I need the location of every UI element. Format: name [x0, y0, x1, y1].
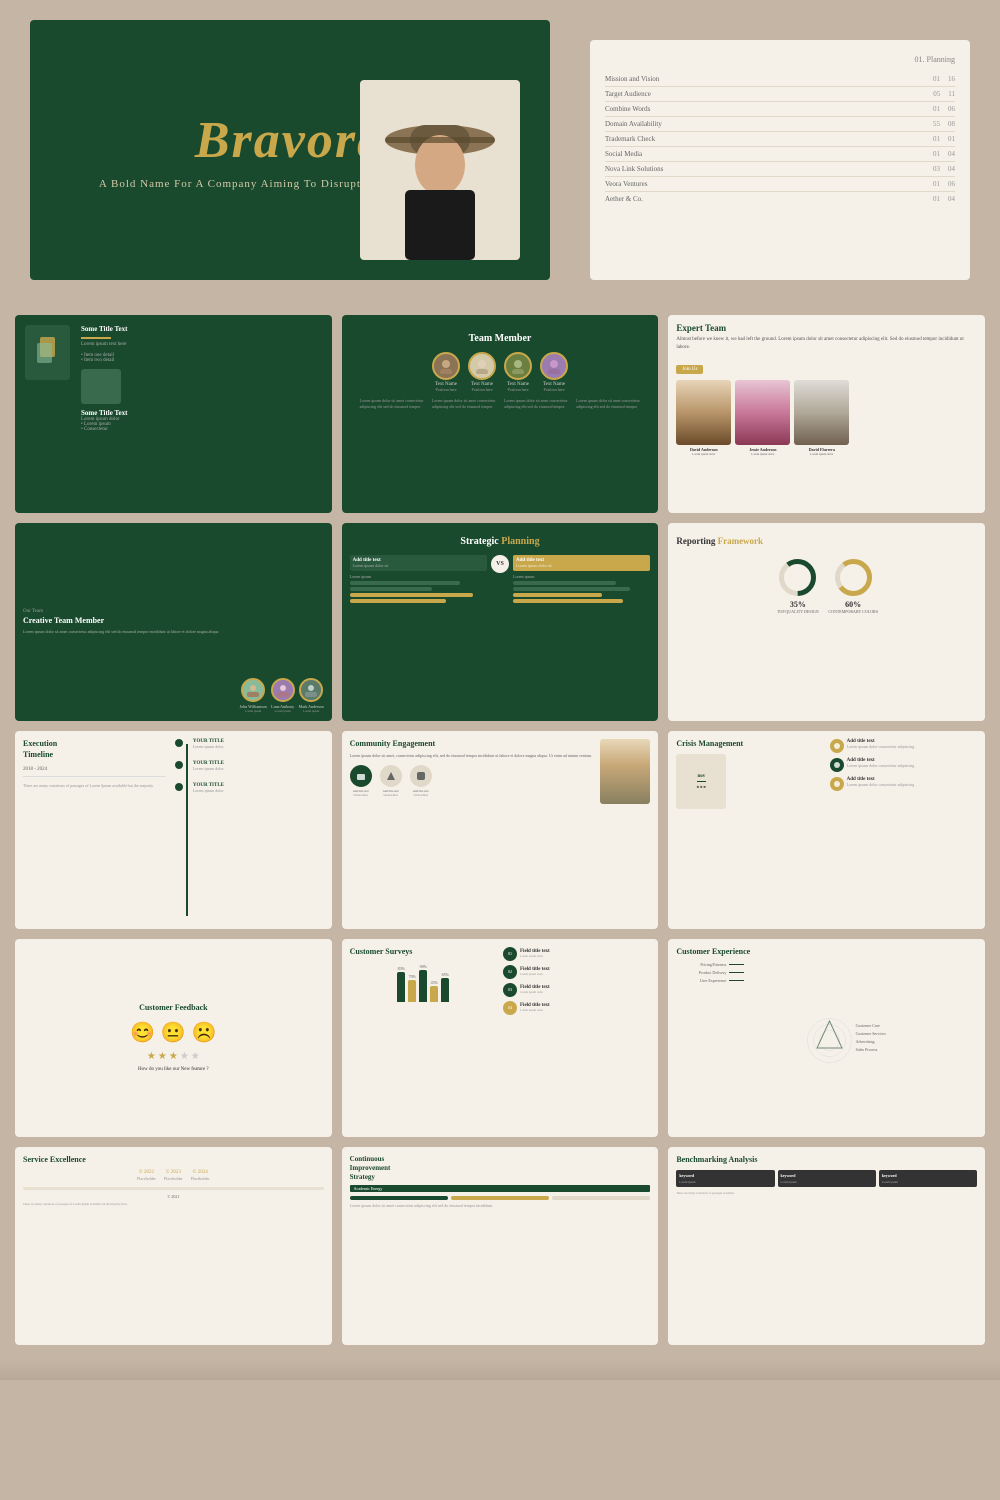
slide-10[interactable]: Customer Feedback 😊 😐 ☹️ ★ ★ ★ ★ ★ How d…: [15, 939, 332, 1137]
slide-9[interactable]: Crisis Management nov ■ ■ ■ Add title te…: [668, 731, 985, 929]
stat2-value: 60%: [828, 600, 878, 609]
strategic-planning-title: Strategic: [460, 536, 501, 547]
star-2: ★: [158, 1051, 167, 1062]
toc-card: 01. Planning Mission and Vision 0116 Tar…: [590, 40, 970, 280]
toc-row: Aether & Co. 0104: [605, 192, 955, 206]
toc-row: Social Media 0104: [605, 147, 955, 162]
execution-timeline-title: Execution: [23, 739, 166, 748]
benchmarking-analysis-title: Benchmarking Analysis: [676, 1155, 977, 1164]
slide-5[interactable]: Strategic Planning Add title text Lorem …: [342, 523, 659, 721]
hero-photo: [360, 80, 520, 260]
slide-2[interactable]: Team Member Text Name Position here Text…: [342, 315, 659, 513]
star-4: ★: [180, 1051, 189, 1062]
smiley-happy: 😊: [130, 1020, 155, 1045]
slide-11[interactable]: Customer Surveys 83% 70% 90%: [342, 939, 659, 1137]
toc-row: Trademark Check 0101: [605, 132, 955, 147]
smiley-sad: ☹️: [192, 1020, 217, 1045]
slide-13[interactable]: Service Excellence © 2022 Placeholder © …: [15, 1147, 332, 1345]
slide-3[interactable]: Expert Team Almost before we knew it, we…: [668, 315, 985, 513]
slide-1[interactable]: Some Title Text Lorem ipsum text here • …: [15, 315, 332, 513]
stat1-label: TOP QUALITY DESIGN: [775, 609, 820, 614]
customer-surveys-title: Customer Surveys: [350, 947, 497, 956]
star-5: ★: [191, 1051, 200, 1062]
slide-12[interactable]: Customer Experience Pricing/Fairness Pro…: [668, 939, 985, 1137]
slide-15[interactable]: Benchmarking Analysis keyword Lorem ipsu…: [668, 1147, 985, 1345]
star-3: ★: [169, 1051, 178, 1062]
bottom-fade: [0, 1360, 1000, 1380]
crisis-management-title: Crisis Management: [676, 739, 823, 748]
feedback-question: How do you like our New feature ?: [138, 1067, 209, 1072]
smiley-neutral: 😐: [161, 1020, 186, 1045]
stat2-label: CONTEMPORARY COLORS: [828, 609, 878, 614]
hero-section: Bravora A Bold Name For A Company Aiming…: [0, 0, 1000, 300]
toc-row: Nova Link Solutions 0304: [605, 162, 955, 177]
slide-8[interactable]: Community Engagement Lorem ipsum dolor s…: [342, 731, 659, 929]
toc-row: Mission and Vision 0116: [605, 72, 955, 87]
continuous-improvement-title: Continuous: [350, 1155, 651, 1163]
hero-title: Bravora: [195, 111, 385, 170]
toc-row: Target Audience 0511: [605, 87, 955, 102]
toc-row: Combine Words 0106: [605, 102, 955, 117]
slides-grid: Some Title Text Lorem ipsum text here • …: [0, 300, 1000, 1360]
customer-experience-title: Customer Experience: [676, 947, 797, 956]
slide-14[interactable]: Continuous Improvement Strategy Academic…: [342, 1147, 659, 1345]
toc-row: Veora Ventures 0106: [605, 177, 955, 192]
reporting-framework-title: Reporting: [676, 536, 717, 546]
customer-feedback-title: Customer Feedback: [139, 1003, 208, 1012]
service-excellence-title: Service Excellence: [23, 1155, 324, 1164]
planning-label: 01. Planning: [605, 55, 955, 64]
star-1: ★: [147, 1051, 156, 1062]
toc-row: Domain Availability 5508: [605, 117, 955, 132]
creative-team-title: Creative Team Member: [23, 616, 234, 626]
toc-list: Mission and Vision 0116 Target Audience …: [605, 72, 955, 206]
stat1-value: 35%: [775, 600, 820, 609]
slide-4[interactable]: Our Team Creative Team Member Lorem ipsu…: [15, 523, 332, 721]
slide-7[interactable]: Execution Timeline 2018 - 2024 There are…: [15, 731, 332, 929]
team-member-title: Team Member: [360, 333, 641, 344]
slide-6[interactable]: Reporting Framework 35% TOP QUALITY DESI…: [668, 523, 985, 721]
community-engagement-title: Community Engagement: [350, 739, 595, 749]
expert-team-title: Expert Team: [676, 323, 977, 333]
s1-title: Some Title Text: [81, 325, 322, 333]
